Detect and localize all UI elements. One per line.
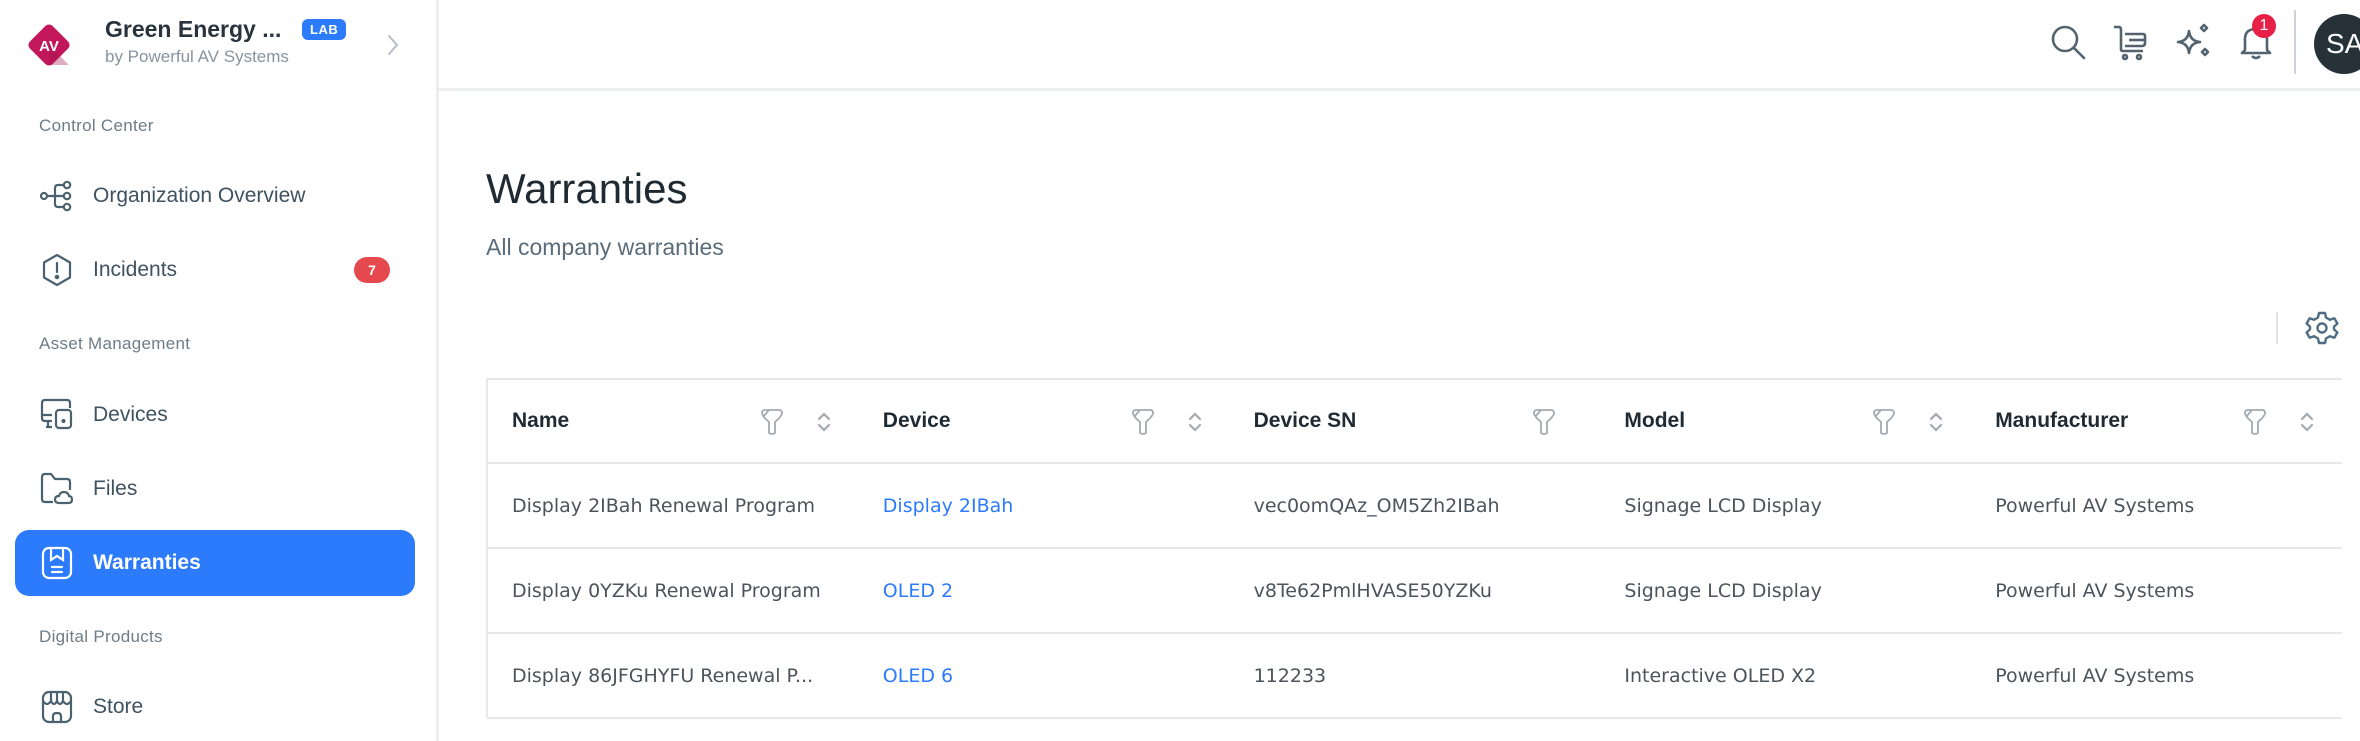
- cell-manufacturer: Powerful AV Systems: [1995, 664, 2195, 687]
- alert-hexagon-icon: [42, 253, 72, 287]
- column-label: Model: [1624, 409, 1686, 432]
- filter-icon[interactable]: [1131, 408, 1155, 436]
- column-header-model[interactable]: Model: [1600, 380, 1971, 462]
- column-header-device-sn[interactable]: Device SN: [1230, 380, 1601, 462]
- sidebar-item-label: Warranties: [93, 551, 201, 574]
- devices-icon: [40, 398, 73, 430]
- store-icon: [41, 690, 73, 724]
- hierarchy-icon: [39, 180, 72, 212]
- chevron-right-icon[interactable]: [383, 32, 403, 58]
- column-header-manufacturer[interactable]: Manufacturer: [1971, 380, 2342, 462]
- cell-device-sn: 112233: [1253, 664, 1327, 687]
- org-subtitle: by Powerful AV Systems: [105, 47, 289, 66]
- folder-cloud-icon: [40, 472, 74, 505]
- org-switcher[interactable]: AV Green Energy ... LAB by Powerful AV S…: [0, 0, 436, 90]
- cell-manufacturer: Powerful AV Systems: [1995, 579, 2195, 602]
- cell-model: Signage LCD Display: [1624, 494, 1822, 517]
- cell-name: Display 86JFGHYFU Renewal P...: [512, 664, 814, 687]
- cell-model: Interactive OLED X2: [1624, 664, 1817, 687]
- cell-device-sn: v8Te62PmlHVASE50YZKu: [1253, 579, 1492, 602]
- sidebar-item-warranties[interactable]: Warranties: [15, 530, 415, 596]
- sidebar-item-files[interactable]: Files: [15, 456, 415, 522]
- notification-count-badge: 1: [2252, 14, 2276, 38]
- sidebar-item-label: Devices: [93, 403, 168, 426]
- sort-icon[interactable]: [816, 410, 832, 434]
- cell-name: Display 2IBah Renewal Program: [512, 494, 815, 517]
- gear-icon[interactable]: [2304, 310, 2340, 346]
- column-label: Device SN: [1253, 409, 1357, 432]
- cell-device-sn: vec0omQAz_OM5Zh2IBah: [1253, 494, 1500, 517]
- sidebar-item-store[interactable]: Store: [15, 674, 415, 740]
- cart-icon[interactable]: [2111, 22, 2151, 62]
- section-label-asset-management: Asset Management: [39, 334, 191, 353]
- column-label: Name: [512, 409, 570, 432]
- sidebar-item-incidents[interactable]: Incidents 7: [15, 237, 415, 303]
- section-label-control-center: Control Center: [39, 116, 154, 135]
- sidebar-item-label: Organization Overview: [93, 184, 306, 207]
- sort-icon[interactable]: [1928, 410, 1944, 434]
- sidebar: AV Green Energy ... LAB by Powerful AV S…: [0, 0, 439, 741]
- cell-device-link[interactable]: OLED 6: [859, 634, 1230, 717]
- filter-icon[interactable]: [1872, 408, 1896, 436]
- sidebar-item-devices[interactable]: Devices: [15, 382, 415, 448]
- table-row[interactable]: Display 2IBah Renewal Program Display 2I…: [488, 464, 2342, 549]
- lab-badge: LAB: [302, 19, 347, 40]
- sidebar-item-label: Store: [93, 695, 144, 718]
- page-subtitle: All company warranties: [486, 234, 724, 260]
- warranties-table: Name Device Device SN Model Manufacturer…: [486, 378, 2342, 719]
- table-row[interactable]: Display 0YZKu Renewal Program OLED 2 v8T…: [488, 549, 2342, 634]
- sparkles-icon[interactable]: [2174, 22, 2214, 62]
- sort-icon[interactable]: [1187, 410, 1203, 434]
- cell-device-link[interactable]: Display 2IBah: [859, 464, 1230, 547]
- sort-icon[interactable]: [2299, 410, 2315, 434]
- column-label: Manufacturer: [1995, 409, 2129, 432]
- column-label: Device: [882, 409, 951, 432]
- sidebar-item-organization-overview[interactable]: Organization Overview: [15, 163, 415, 229]
- search-icon[interactable]: [2048, 22, 2088, 62]
- column-header-name[interactable]: Name: [488, 380, 859, 462]
- org-name: Green Energy ...: [105, 16, 282, 42]
- section-label-digital-products: Digital Products: [39, 627, 163, 646]
- table-header-row: Name Device Device SN Model Manufacturer: [488, 380, 2342, 464]
- brand-logo: AV: [28, 24, 70, 66]
- header-divider: [2294, 10, 2296, 74]
- filter-icon[interactable]: [2243, 408, 2267, 436]
- cell-name: Display 0YZKu Renewal Program: [512, 579, 821, 602]
- page-title: Warranties: [486, 165, 688, 212]
- toolbar-divider: [2276, 312, 2278, 344]
- column-header-device[interactable]: Device: [859, 380, 1230, 462]
- table-row[interactable]: Display 86JFGHYFU Renewal P... OLED 6 11…: [488, 634, 2342, 719]
- incidents-count-badge: 7: [354, 257, 390, 283]
- filter-icon[interactable]: [1532, 408, 1556, 436]
- svg-text:AV: AV: [39, 38, 59, 55]
- cell-device-link[interactable]: OLED 2: [859, 549, 1230, 632]
- cell-model: Signage LCD Display: [1624, 579, 1822, 602]
- warranty-icon: [41, 546, 73, 580]
- cell-manufacturer: Powerful AV Systems: [1995, 494, 2195, 517]
- filter-icon[interactable]: [760, 408, 784, 436]
- sidebar-item-label: Files: [93, 477, 138, 500]
- sidebar-item-label: Incidents: [93, 258, 178, 281]
